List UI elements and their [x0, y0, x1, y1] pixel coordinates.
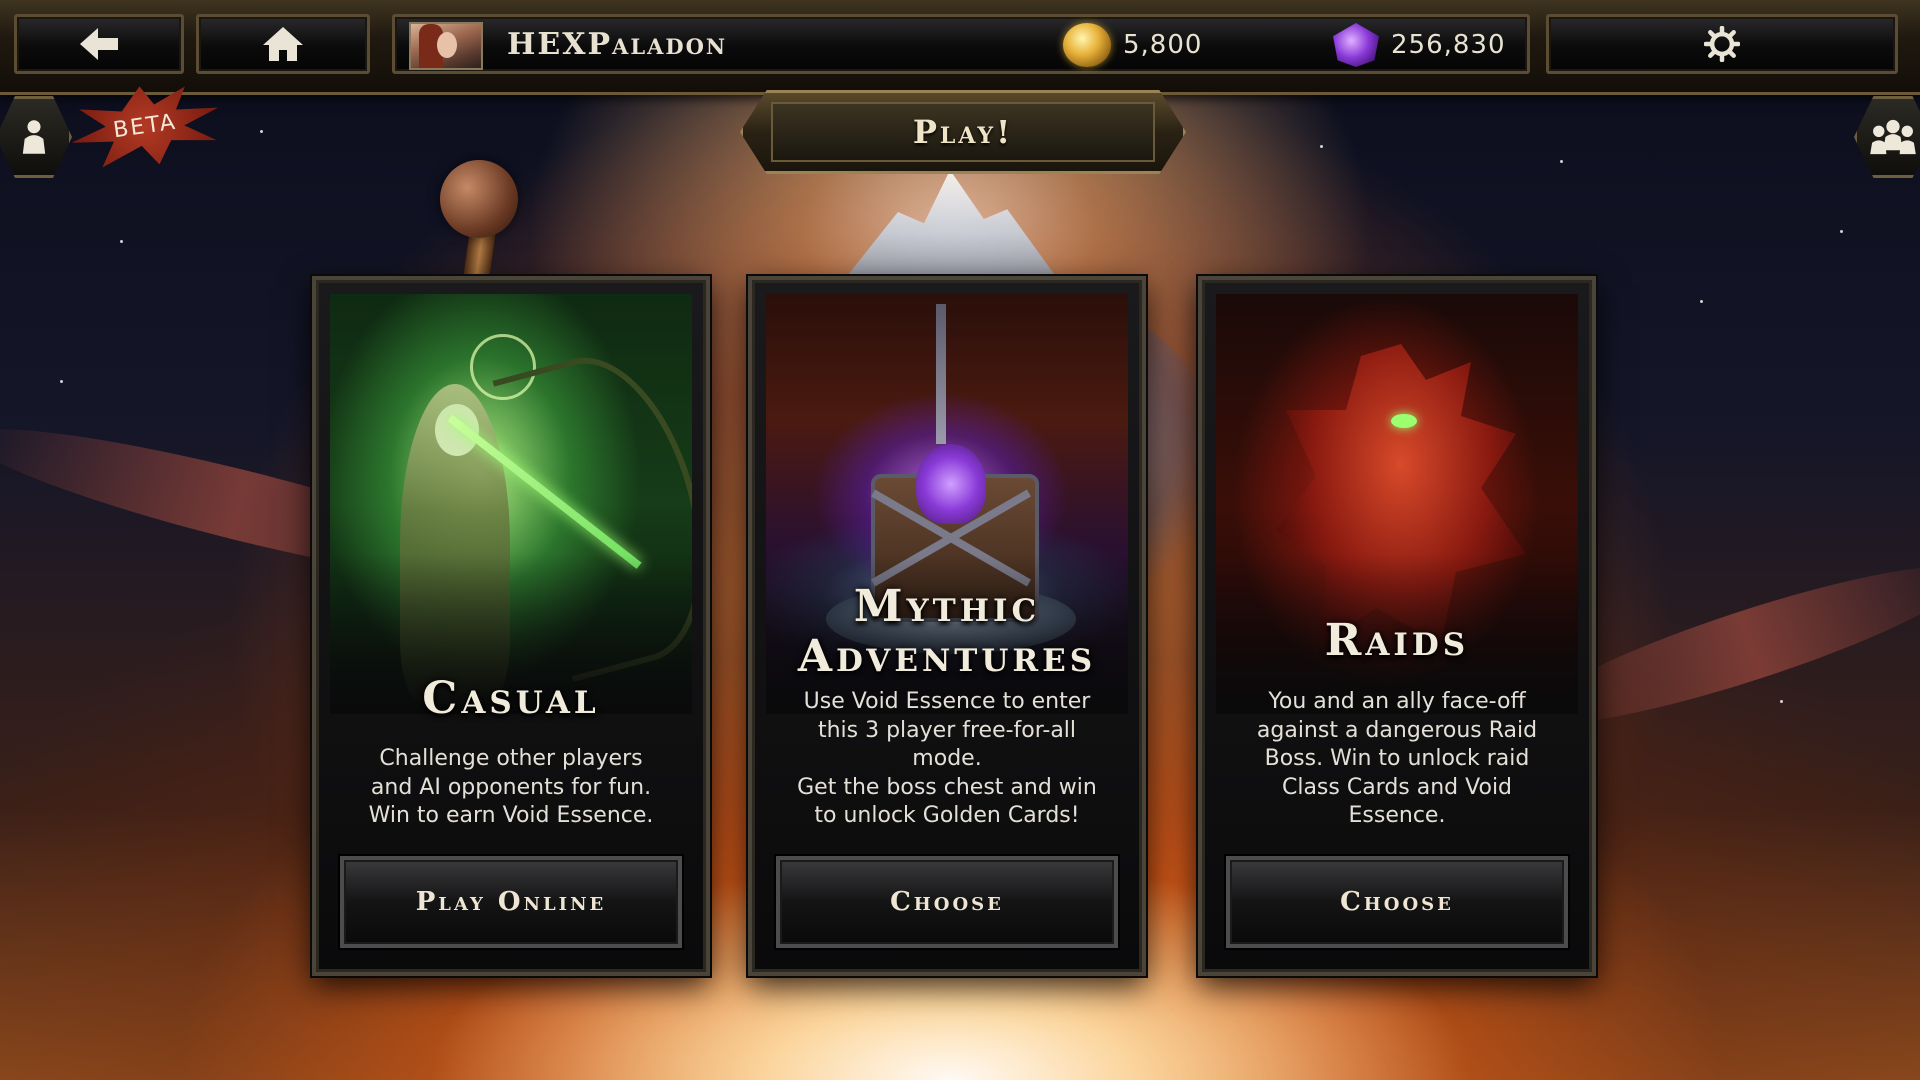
casual-mode-card[interactable]: Casual Challenge other players and AI op…: [312, 276, 710, 976]
star: [60, 380, 63, 383]
back-button[interactable]: [14, 14, 184, 74]
star: [260, 130, 263, 133]
gold-amount: 5,800: [1123, 30, 1203, 60]
friends-group-icon: [1870, 119, 1916, 155]
gold-currency: 5,800: [1063, 23, 1202, 67]
platinum-currency: 256,830: [1333, 23, 1506, 67]
star: [1780, 700, 1783, 703]
platinum-amount: 256,830: [1391, 30, 1506, 60]
mythic-choose-button[interactable]: Choose: [776, 856, 1118, 948]
home-button[interactable]: [196, 14, 370, 74]
casual-card-art: [330, 294, 692, 714]
page-title: Play!: [912, 113, 1014, 151]
star: [1320, 145, 1323, 148]
top-bar: HEXPaladon 5,800 256,830: [0, 0, 1920, 95]
background-mace: [440, 160, 518, 238]
star: [1700, 300, 1703, 303]
play-banner: Play!: [740, 90, 1186, 174]
back-arrow-icon: [80, 28, 118, 60]
star: [1560, 160, 1563, 163]
beta-label: BETA: [111, 109, 179, 143]
person-icon: [22, 120, 46, 154]
mythic-title: Mythic Adventures: [797, 581, 1097, 682]
player-profile-panel: HEXPaladon 5,800 256,830: [392, 14, 1530, 74]
raids-title: Raids: [1324, 615, 1470, 666]
raids-card[interactable]: Raids You and an ally face-off against a…: [1198, 276, 1596, 976]
mythic-description: Use Void Essence to enter this 3 player …: [797, 689, 1097, 828]
raids-choose-button[interactable]: Choose: [1226, 856, 1568, 948]
casual-description: Challenge other players and AI opponents…: [368, 746, 654, 828]
player-name: HEXPaladon: [507, 27, 728, 62]
play-online-label: Play Online: [415, 887, 607, 917]
raids-description: You and an ally face-off against a dange…: [1256, 689, 1538, 828]
gold-coin-icon: [1063, 23, 1111, 67]
play-online-button[interactable]: Play Online: [340, 856, 682, 948]
player-avatar[interactable]: [409, 22, 483, 70]
raids-choose-label: Choose: [1340, 887, 1454, 917]
casual-title: Casual: [422, 673, 600, 724]
home-icon: [263, 27, 303, 61]
star: [1840, 230, 1843, 233]
mythic-choose-label: Choose: [890, 887, 1004, 917]
gear-icon: [1704, 26, 1740, 62]
star: [120, 240, 123, 243]
platinum-gem-icon: [1333, 23, 1379, 67]
mythic-adventures-card[interactable]: Mythic Adventures Use Void Essence to en…: [748, 276, 1146, 976]
settings-button[interactable]: [1546, 14, 1898, 74]
